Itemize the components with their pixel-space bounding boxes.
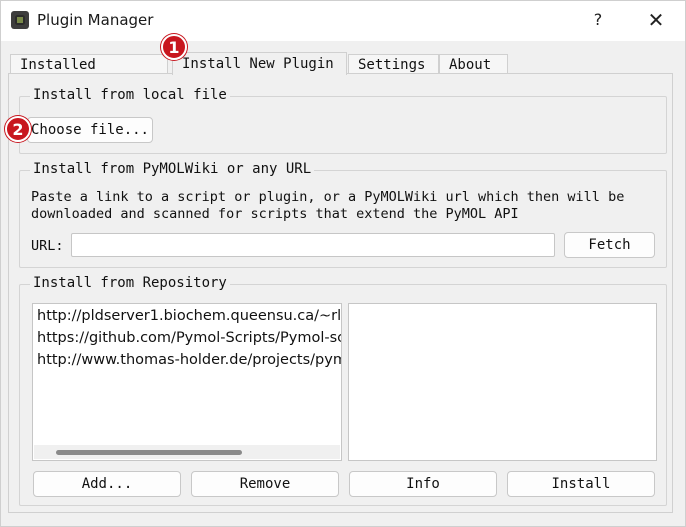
url-description-line1: Paste a link to a script or plugin, or a… [31, 189, 625, 205]
repository-list-item[interactable]: http://pldserver1.biochem.queensu.ca/~rl… [33, 305, 341, 327]
local-file-legend: Install from local file [30, 87, 230, 103]
window-title: Plugin Manager [37, 11, 154, 29]
scrollbar-thumb[interactable] [56, 450, 242, 455]
step-badge-1: 1 [161, 34, 187, 60]
repository-group: Install from Repository http://pldserver… [19, 275, 667, 506]
horizontal-scrollbar[interactable] [34, 445, 340, 459]
remove-repository-button[interactable]: Remove [191, 471, 339, 497]
plugin-list[interactable] [348, 303, 657, 461]
url-label: URL: [31, 238, 64, 254]
tab-installed-plugins[interactable]: Installed Plugins [10, 54, 168, 93]
info-button[interactable]: Info [349, 471, 497, 497]
local-file-group: Install from local file Choose file... [19, 87, 667, 154]
step-badge-2: 2 [5, 116, 31, 142]
install-button[interactable]: Install [507, 471, 655, 497]
url-group: Install from PyMOLWiki or any URL Paste … [19, 161, 667, 268]
url-input[interactable] [71, 233, 555, 257]
plugin-manager-window: Plugin Manager ? ✕ Installed Plugins Ins… [0, 0, 686, 527]
tab-install-new-plugin[interactable]: Install New Plugin [172, 52, 347, 75]
choose-file-button[interactable]: Choose file... [27, 117, 153, 143]
close-icon[interactable]: ✕ [638, 7, 674, 33]
tab-settings[interactable]: Settings [348, 54, 439, 74]
tab-label: Install New Plugin [182, 56, 334, 72]
repository-list-item[interactable]: http://www.thomas-holder.de/projects/pym… [33, 349, 341, 371]
tab-label: About [449, 57, 492, 73]
url-legend: Install from PyMOLWiki or any URL [30, 161, 315, 177]
fetch-button[interactable]: Fetch [564, 232, 655, 258]
title-bar: Plugin Manager ? ✕ [1, 1, 685, 41]
repository-legend: Install from Repository [30, 275, 230, 291]
help-button[interactable]: ? [580, 7, 616, 33]
install-new-plugin-pane: Install from local file Choose file... I… [8, 73, 673, 513]
tab-label: Settings [358, 57, 426, 73]
repository-list-item[interactable]: https://github.com/Pymol-Scripts/Pymol-s… [33, 327, 341, 349]
add-repository-button[interactable]: Add... [33, 471, 181, 497]
repository-list[interactable]: http://pldserver1.biochem.queensu.ca/~rl… [32, 303, 342, 461]
pymol-app-icon [11, 11, 29, 29]
url-description-line2: downloaded and scanned for scripts that … [31, 206, 519, 222]
tab-about[interactable]: About [439, 54, 508, 74]
